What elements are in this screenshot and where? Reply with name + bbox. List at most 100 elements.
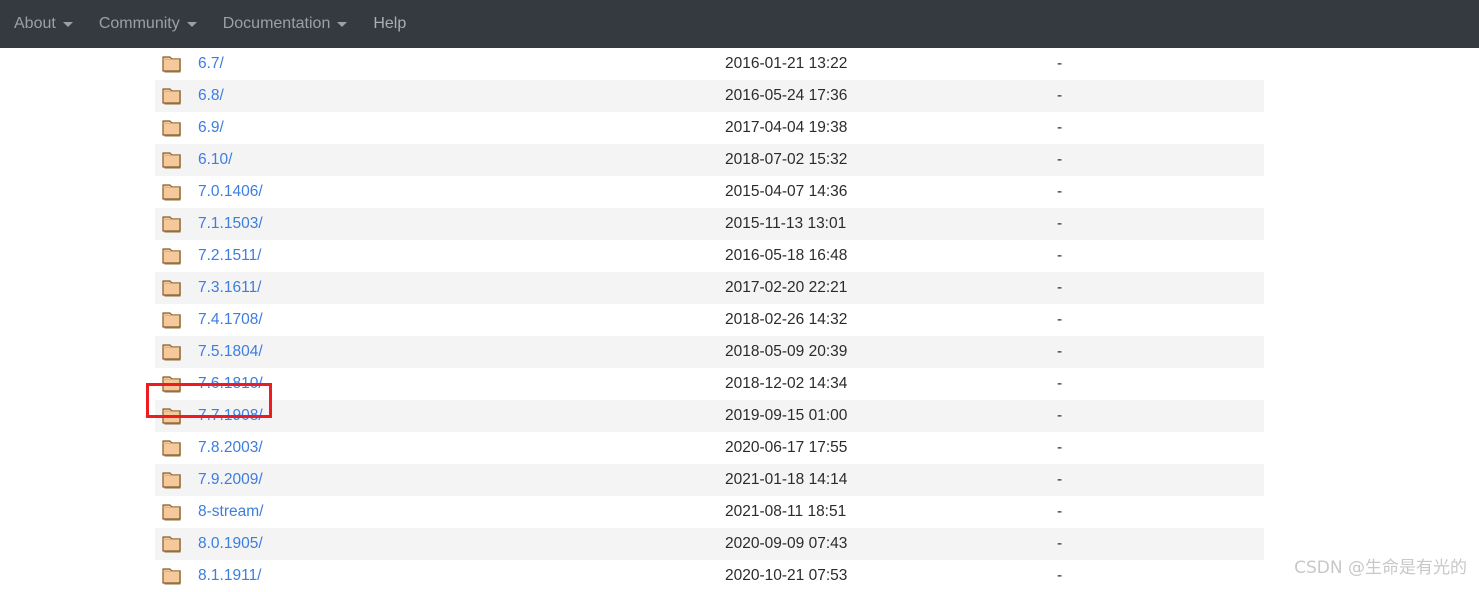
directory-link[interactable]: 6.7/ <box>198 55 224 73</box>
nav-item-community-label: Community <box>98 15 180 32</box>
table-cell-name: 6.10/ <box>155 149 725 171</box>
chevron-down-icon <box>186 21 197 27</box>
table-cell-date: 2018-02-26 14:32 <box>725 311 848 328</box>
table-row[interactable]: 6.7/2016-01-21 13:22 - <box>155 48 1264 80</box>
folder-icon <box>162 344 181 361</box>
table-cell-name: 8.1.1911/ <box>155 565 725 587</box>
directory-link[interactable]: 7.5.1804/ <box>198 343 263 361</box>
table-row[interactable]: 8-stream/2021-08-11 18:51 - <box>155 496 1264 528</box>
folder-icon <box>162 184 181 201</box>
table-row[interactable]: 6.9/2017-04-04 19:38 - <box>155 112 1264 144</box>
table-cell-size: - <box>1057 407 1063 424</box>
directory-link[interactable]: 6.10/ <box>198 151 232 169</box>
directory-link[interactable]: 8.1.1911/ <box>198 567 262 585</box>
directory-link[interactable]: 7.2.1511/ <box>198 247 262 265</box>
directory-link[interactable]: 7.1.1503/ <box>198 215 263 233</box>
table-cell-date: 2020-09-09 07:43 <box>725 535 848 552</box>
table-row[interactable]: 7.2.1511/2016-05-18 16:48 - <box>155 240 1264 272</box>
folder-icon <box>162 280 181 297</box>
table-cell-date: 2017-04-04 19:38 <box>725 119 848 136</box>
table-cell-name: 7.1.1503/ <box>155 213 725 235</box>
table-row[interactable]: 7.9.2009/2021-01-18 14:14 - <box>155 464 1264 496</box>
table-cell-date: 2018-05-09 20:39 <box>725 343 848 360</box>
table-cell-date: 2020-06-17 17:55 <box>725 439 848 456</box>
directory-listing-viewport[interactable]: 6.6/2015-01-04 18:44- 6.7/2016-01-21 13:… <box>0 0 1479 592</box>
table-cell-size: - <box>1057 343 1063 360</box>
table-cell-name: 8-stream/ <box>155 501 725 523</box>
directory-link[interactable]: 7.9.2009/ <box>198 471 263 489</box>
table-row[interactable]: 6.8/2016-05-24 17:36 - <box>155 80 1264 112</box>
nav-item-about[interactable]: About <box>14 16 73 32</box>
folder-icon <box>162 440 181 457</box>
folder-icon <box>162 472 181 489</box>
table-row[interactable]: 7.7.1908/2019-09-15 01:00 - <box>155 400 1264 432</box>
table-row[interactable]: 8.0.1905/2020-09-09 07:43 - <box>155 528 1264 560</box>
directory-link[interactable]: 8-stream/ <box>198 503 263 521</box>
table-cell-date: 2021-01-18 14:14 <box>725 471 848 488</box>
table-cell-date: 2019-09-15 01:00 <box>725 407 848 424</box>
table-row[interactable]: 7.5.1804/2018-05-09 20:39 - <box>155 336 1264 368</box>
directory-link[interactable]: 6.8/ <box>198 87 224 105</box>
table-cell-size: - <box>1057 439 1063 456</box>
folder-icon <box>162 504 181 521</box>
chevron-down-icon <box>337 21 348 27</box>
top-navbar: About Community Documentation Help <box>0 0 1479 48</box>
table-cell-name: 7.3.1611/ <box>155 277 725 299</box>
table-cell-name: 6.9/ <box>155 117 725 139</box>
folder-icon <box>162 56 181 73</box>
folder-icon <box>162 408 181 425</box>
table-cell-size: - <box>1057 183 1063 200</box>
directory-link[interactable]: 7.6.1810/ <box>198 375 263 393</box>
directory-link[interactable]: 7.4.1708/ <box>198 311 263 329</box>
folder-icon <box>162 568 181 585</box>
nav-item-documentation-label: Documentation <box>222 15 331 32</box>
table-cell-size: - <box>1057 151 1063 168</box>
table-row[interactable]: 8.1.1911/2020-10-21 07:53 - <box>155 560 1264 592</box>
table-row[interactable]: 7.6.1810/2018-12-02 14:34 - <box>155 368 1264 400</box>
directory-link[interactable]: 6.9/ <box>198 119 224 137</box>
table-cell-size: - <box>1057 471 1063 488</box>
table-cell-name: 6.7/ <box>155 53 725 75</box>
table-cell-size: - <box>1057 503 1063 520</box>
folder-icon <box>162 312 181 329</box>
table-cell-name: 7.0.1406/ <box>155 181 725 203</box>
table-cell-name: 7.6.1810/ <box>155 373 725 395</box>
nav-item-documentation[interactable]: Documentation <box>223 16 348 32</box>
table-cell-name: 7.7.1908/ <box>155 405 725 427</box>
table-row[interactable]: 7.3.1611/2017-02-20 22:21 - <box>155 272 1264 304</box>
directory-link[interactable]: 7.7.1908/ <box>198 407 263 425</box>
table-cell-date: 2017-02-20 22:21 <box>725 279 848 296</box>
table-row[interactable]: 6.10/2018-07-02 15:32 - <box>155 144 1264 176</box>
chevron-down-icon <box>62 21 73 27</box>
table-cell-date: 2021-08-11 18:51 <box>725 503 847 520</box>
nav-item-community[interactable]: Community <box>99 16 197 32</box>
table-cell-size: - <box>1057 55 1063 72</box>
nav-item-help-label: Help <box>373 15 407 32</box>
directory-link[interactable]: 8.0.1905/ <box>198 535 263 553</box>
table-cell-name: 7.2.1511/ <box>155 245 725 267</box>
table-row[interactable]: 7.0.1406/2015-04-07 14:36 - <box>155 176 1264 208</box>
table-cell-size: - <box>1057 375 1063 392</box>
table-cell-name: 7.4.1708/ <box>155 309 725 331</box>
table-cell-name: 8.0.1905/ <box>155 533 725 555</box>
table-cell-size: - <box>1057 311 1063 328</box>
folder-icon <box>162 248 181 265</box>
nav-item-help[interactable]: Help <box>373 16 406 32</box>
directory-link[interactable]: 7.3.1611/ <box>198 279 262 297</box>
table-row[interactable]: 7.8.2003/2020-06-17 17:55 - <box>155 432 1264 464</box>
table-cell-size: - <box>1057 535 1063 552</box>
table-cell-name: 7.8.2003/ <box>155 437 725 459</box>
directory-link[interactable]: 7.0.1406/ <box>198 183 263 201</box>
table-cell-size: - <box>1057 567 1063 584</box>
table-row[interactable]: 7.4.1708/2018-02-26 14:32 - <box>155 304 1264 336</box>
nav-item-about-label: About <box>14 15 56 32</box>
folder-icon <box>162 376 181 393</box>
table-cell-name: 6.8/ <box>155 85 725 107</box>
folder-icon <box>162 120 181 137</box>
table-cell-date: 2018-07-02 15:32 <box>725 151 848 168</box>
table-row[interactable]: 7.1.1503/2015-11-13 13:01 - <box>155 208 1264 240</box>
directory-link[interactable]: 7.8.2003/ <box>198 439 263 457</box>
table-cell-date: 2018-12-02 14:34 <box>725 375 848 392</box>
table-cell-size: - <box>1057 247 1063 264</box>
table-cell-date: 2016-05-18 16:48 <box>725 247 848 264</box>
